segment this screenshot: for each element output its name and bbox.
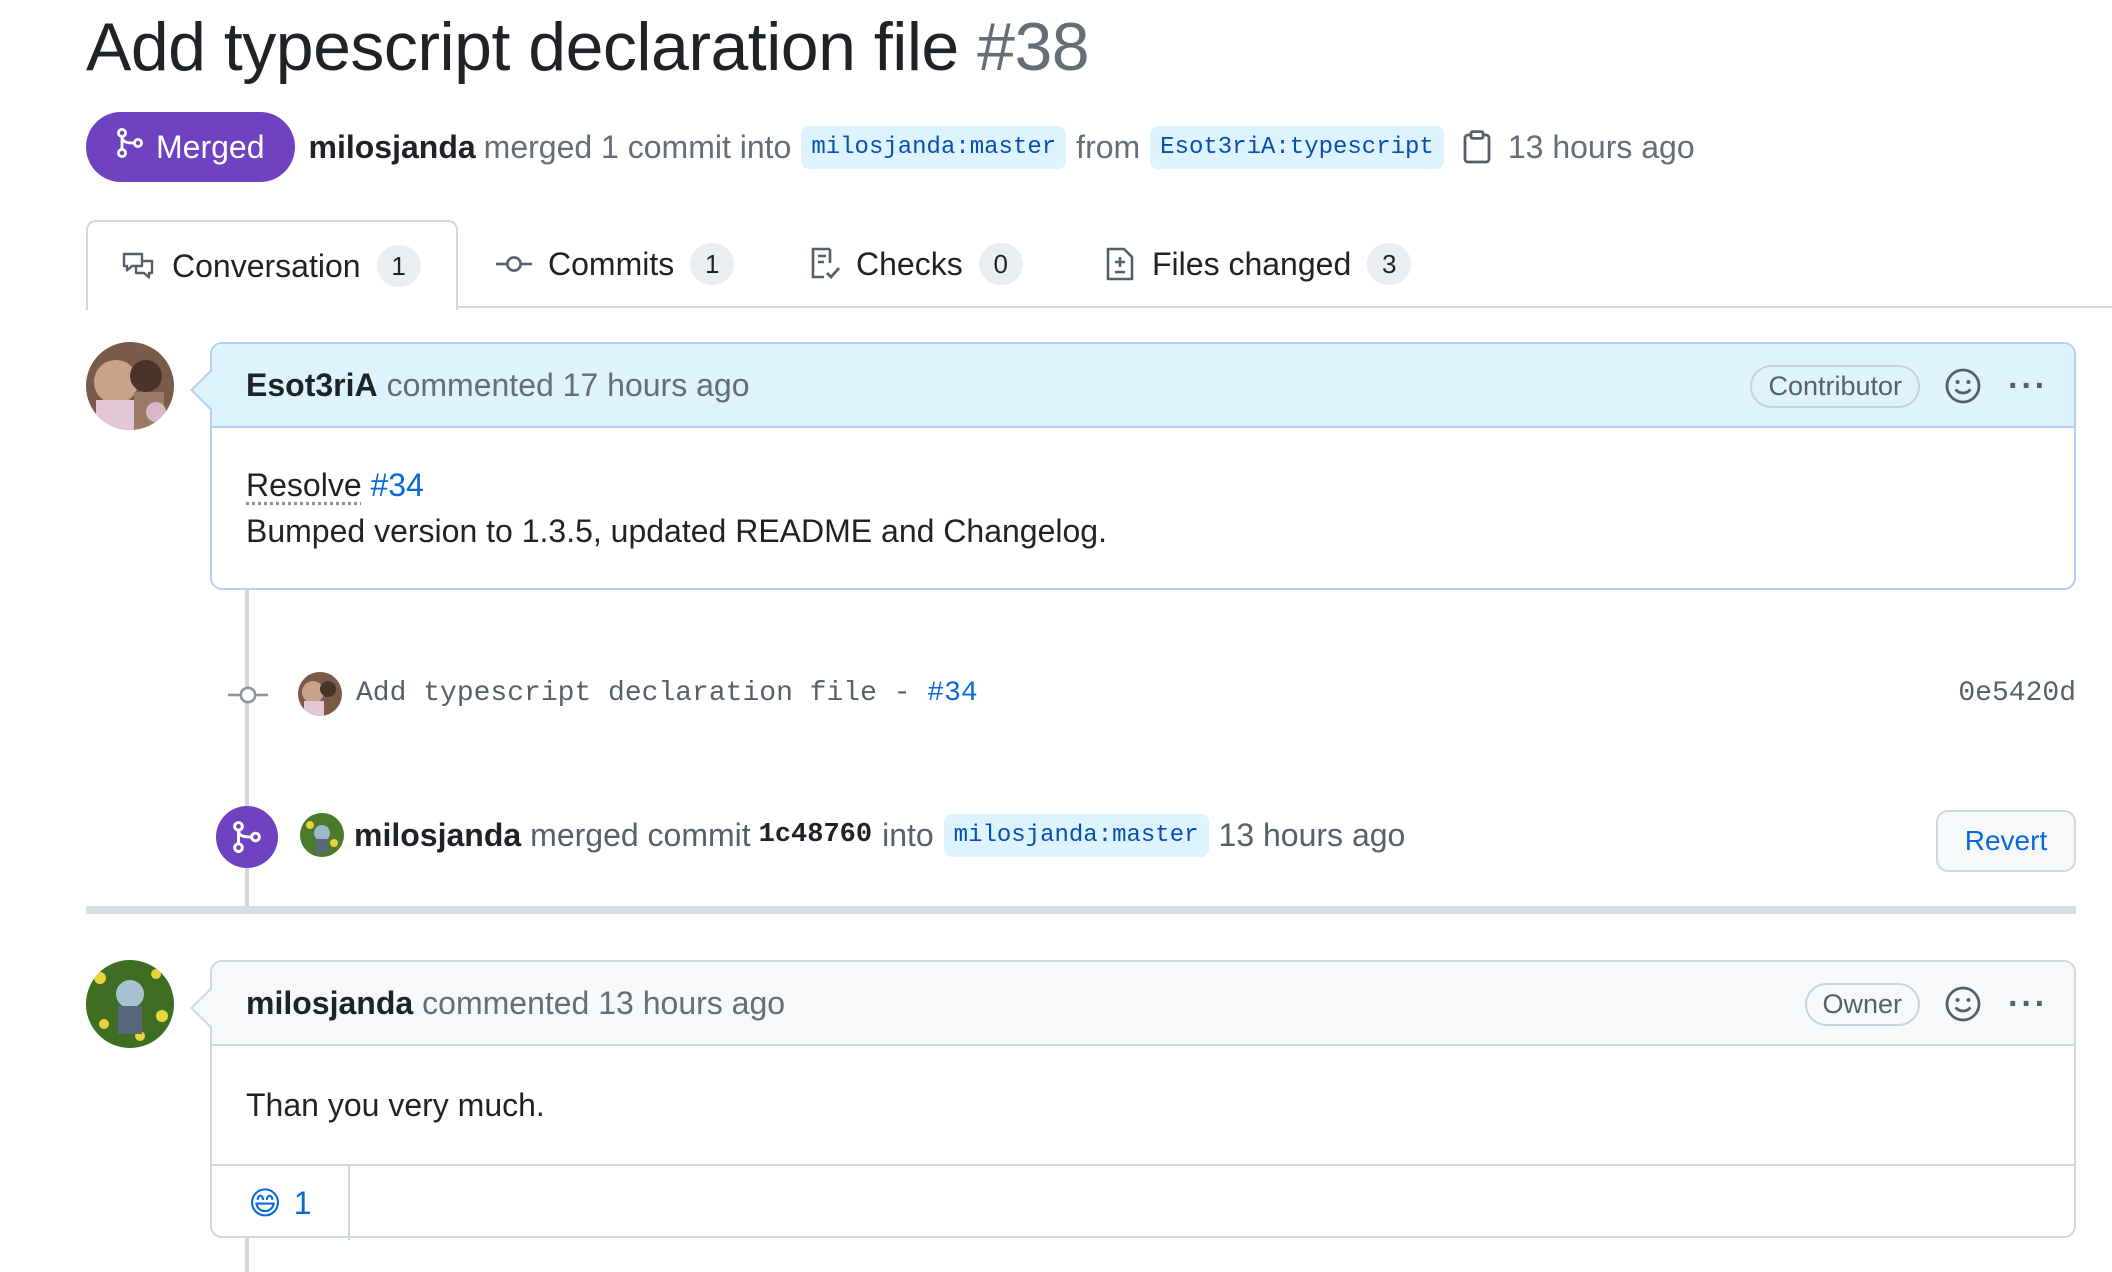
reaction-smile-button[interactable]: 😄 1 — [212, 1166, 350, 1240]
pr-title: Add typescript declaration file #38 — [86, 8, 1090, 86]
pr-author-link[interactable]: milosjanda — [309, 129, 476, 166]
comment-header: milosjanda commented 13 hours ago Owner … — [212, 962, 2074, 1046]
tab-commits[interactable]: Commits 1 — [496, 220, 735, 308]
kebab-menu-icon[interactable]: ··· — [2008, 367, 2048, 406]
comment-meta[interactable]: commented 17 hours ago — [387, 367, 750, 404]
comment-text: Bumped version to 1.3.5, updated README … — [246, 513, 1107, 549]
conversation-icon — [122, 251, 156, 281]
commit-author-avatar[interactable] — [298, 672, 342, 716]
merged-status-label: Merged — [156, 128, 265, 165]
issue-link[interactable]: #34 — [371, 467, 424, 503]
timeline-separator — [86, 906, 2076, 914]
avatar-esot3ria[interactable] — [86, 342, 174, 430]
commit-sha[interactable]: 0e5420d — [1958, 678, 2076, 709]
into-text: into — [882, 816, 934, 853]
checklist-icon — [808, 246, 840, 282]
comment-card: milosjanda commented 13 hours ago Owner … — [190, 960, 2076, 1240]
base-branch[interactable]: milosjanda:master — [801, 125, 1067, 169]
copy-icon[interactable] — [1462, 130, 1492, 164]
tab-files-changed[interactable]: Files changed 3 — [1104, 220, 1412, 308]
merged-text: merged 1 commit into — [483, 128, 792, 165]
pr-number: #38 — [977, 9, 1090, 85]
add-reaction-icon[interactable] — [1944, 985, 1982, 1023]
commit-icon — [496, 254, 532, 274]
revert-button[interactable]: Revert — [1936, 810, 2076, 872]
merge-author[interactable]: milosjanda — [354, 817, 521, 854]
tab-count: 3 — [1367, 243, 1412, 285]
comment-author[interactable]: Esot3riA — [246, 367, 378, 404]
from-text: from — [1076, 128, 1141, 165]
commit-issue-link[interactable]: #34 — [927, 678, 977, 709]
commit-message[interactable]: Add typescript declaration file - #34 — [356, 678, 978, 709]
reactions-bar: 😄 1 — [212, 1164, 2074, 1240]
tab-count: 1 — [376, 245, 421, 287]
tab-count: 1 — [690, 243, 735, 285]
comment-body: Than you very much. — [212, 1046, 2074, 1164]
merge-target-branch[interactable]: milosjanda:master — [943, 813, 1209, 857]
file-diff-icon — [1104, 246, 1136, 282]
comment-meta[interactable]: commented 13 hours ago — [422, 985, 785, 1022]
comment-header: Esot3riA commented 17 hours ago Contribu… — [212, 344, 2074, 428]
tab-label: Files changed — [1152, 245, 1352, 282]
pr-title-text: Add typescript declaration file — [86, 9, 959, 85]
merge-event-text: milosjanda merged commit 1c48760 into mi… — [300, 810, 1405, 860]
tab-conversation[interactable]: Conversation 1 — [86, 220, 458, 310]
resolve-keyword: Resolve — [246, 467, 362, 503]
tab-count: 0 — [978, 243, 1023, 285]
contributor-badge: Contributor — [1750, 364, 1921, 408]
merged-status-badge: Merged — [86, 112, 295, 182]
pr-time: 13 hours ago — [1507, 128, 1695, 165]
commit-row: Add typescript declaration file - #34 0e… — [228, 670, 2076, 720]
merge-event-icon — [216, 806, 278, 868]
merge-text-label: merged commit — [530, 816, 751, 853]
head-branch[interactable]: Esot3riA:typescript — [1150, 125, 1444, 169]
owner-badge: Owner — [1804, 982, 1921, 1026]
avatar-milosjanda[interactable] — [86, 960, 174, 1048]
smile-emoji-icon: 😄 — [248, 1185, 282, 1221]
pr-tabs: Conversation 1 Commits 1 Checks 0 Files … — [86, 220, 2112, 310]
pr-meta: Merged milosjanda merged 1 commit into m… — [86, 112, 1695, 182]
add-reaction-icon[interactable] — [1944, 367, 1982, 405]
kebab-menu-icon[interactable]: ··· — [2008, 985, 2048, 1024]
commit-node-icon — [228, 683, 268, 712]
git-merge-icon — [114, 127, 156, 167]
tab-label: Conversation — [172, 247, 361, 284]
reaction-count: 1 — [293, 1184, 312, 1221]
comment-card: Esot3riA commented 17 hours ago Contribu… — [190, 342, 2076, 590]
tab-label: Commits — [548, 245, 675, 282]
merge-commit-sha[interactable]: 1c48760 — [759, 820, 872, 850]
tab-label: Checks — [856, 245, 963, 282]
commit-message-text[interactable]: Add typescript declaration file - — [356, 678, 927, 709]
tab-checks[interactable]: Checks 0 — [808, 220, 1023, 308]
merge-time[interactable]: 13 hours ago — [1219, 817, 1406, 854]
comment-text: Than you very much. — [246, 1087, 545, 1123]
comment-body: Resolve #34 Bumped version to 1.3.5, upd… — [212, 428, 2074, 586]
comment-author[interactable]: milosjanda — [246, 985, 413, 1022]
